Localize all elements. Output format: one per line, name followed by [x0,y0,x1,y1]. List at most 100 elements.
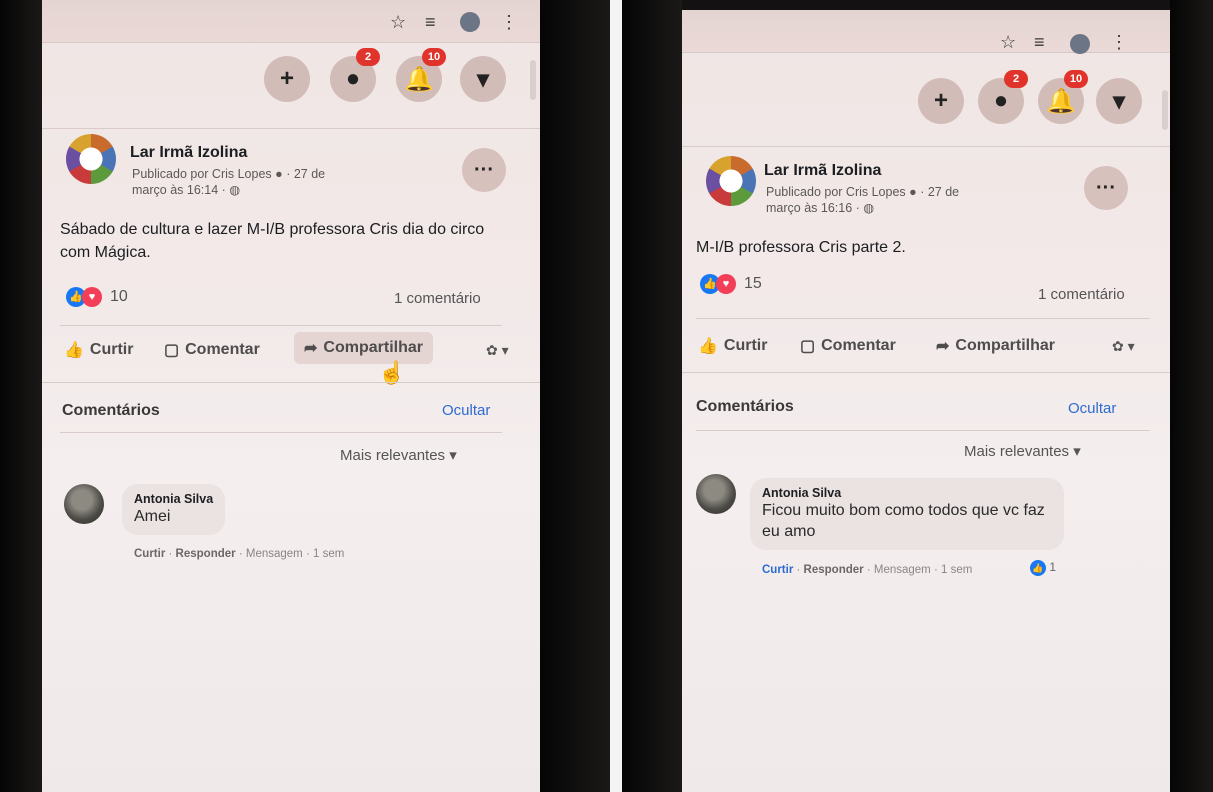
browser-toolbar: ☆ ≡ ⋮ [682,10,1170,54]
divider [42,128,540,129]
reaction-count: 10 [110,288,128,305]
reading-list-icon[interactable]: ≡ [1034,32,1045,53]
comments-title: Comentários [62,402,160,419]
comment-like-link[interactable]: Curtir [134,548,165,560]
caret-down-icon: ▾ [1127,338,1135,354]
page-switcher-button[interactable]: ✿ ▾ [486,342,509,359]
comment-actions: Curtir · Responder · Mensagem · 1 sem [134,548,345,560]
reading-list-icon[interactable]: ≡ [425,12,436,33]
reactions-summary[interactable]: 👍 ♥ 15 [700,274,762,296]
comment-reaction-count: 1 [1049,560,1057,575]
star-icon[interactable]: ☆ [390,12,406,33]
page-avatar[interactable] [66,134,116,184]
page-switcher-button[interactable]: ✿ ▾ [1112,338,1135,355]
comment-count[interactable]: 1 comentário [1038,286,1125,303]
image-separator [610,0,622,792]
post-meta: Publicado por Cris Lopes ● · 27 de março… [132,166,392,198]
comment-bubble: Antonia Silva Ficou muito bom como todos… [750,478,1064,550]
comment-message-link[interactable]: Mensagem [874,564,931,576]
bell-icon: 🔔 [1046,87,1076,115]
scrollbar[interactable] [1162,90,1168,130]
caret-down-icon: ▾ [476,65,490,93]
comment-time[interactable]: 1 sem [941,564,972,576]
comment-like-link[interactable]: Curtir [762,564,793,576]
comment-button[interactable]: ▢ Comentar [164,340,260,360]
share-button[interactable]: ➦ Compartilhar [294,332,433,364]
comment-actions: Curtir · Responder · Mensagem · 1 sem [762,564,973,576]
like-button[interactable]: 👍 Curtir [698,336,767,356]
commenter-avatar[interactable] [696,474,736,514]
messenger-button[interactable]: ● 2 [330,48,380,102]
browser-toolbar: ☆ ≡ ⋮ [42,0,540,43]
page-avatar-small-icon: ✿ [1112,338,1124,354]
star-icon[interactable]: ☆ [1000,32,1016,53]
sort-comments-dropdown[interactable]: Mais relevantes ▾ [340,446,457,464]
love-reaction-icon: ♥ [82,287,102,307]
more-vert-icon[interactable]: ⋮ [1110,32,1128,53]
share-icon: ➦ [304,340,318,357]
more-vert-icon[interactable]: ⋮ [500,12,518,33]
comment-text: Amei [134,508,171,525]
post-options-button[interactable]: ··· [1084,166,1128,210]
divider [60,325,502,326]
reactions-summary[interactable]: 👍 ♥ 10 [66,287,128,309]
globe-icon: ● [909,185,917,199]
comment-text: Ficou muito bom como todos que vc faz eu… [762,502,1045,540]
post-text: M-I/B professora Cris parte 2. [696,239,906,256]
comment-message-link[interactable]: Mensagem [246,548,303,560]
page-name[interactable]: Lar Irmã Izolina [130,144,247,162]
profile-avatar[interactable] [1070,34,1090,54]
comment-author[interactable]: Antonia Silva [762,486,1052,500]
divider [60,432,502,433]
notifications-button[interactable]: 🔔 10 [1038,70,1088,124]
comment-icon: ▢ [164,342,180,359]
messenger-icon: ● [993,87,1009,114]
notifications-button[interactable]: 🔔 10 [396,48,446,102]
love-reaction-icon: ♥ [716,274,736,294]
post-date-part: · 27 de [920,185,960,199]
monitor-bezel-left [0,0,42,792]
facebook-header: + ● 2 🔔 10 ▾ [682,62,1170,142]
hide-comments-link[interactable]: Ocultar [442,402,490,419]
create-button[interactable]: + [264,56,310,102]
photo-left: ☆ ≡ ⋮ + ● 2 🔔 10 ▾ Lar Irmã Izolina Publ… [0,0,610,792]
sort-comments-dropdown[interactable]: Mais relevantes ▾ [964,442,1081,460]
post-timestamp[interactable]: março às 16:16 · [766,201,860,215]
comment-count[interactable]: 1 comentário [394,290,481,307]
author-line[interactable]: Publicado por Cris Lopes [766,185,906,199]
messenger-button[interactable]: ● 2 [978,70,1028,124]
post-meta: Publicado por Cris Lopes ● · 27 de março… [766,184,1036,216]
page-avatar[interactable] [706,156,756,206]
share-button[interactable]: ➦ Compartilhar [936,336,1055,356]
comment-author[interactable]: Antonia Silva [134,492,213,506]
page-name[interactable]: Lar Irmã Izolina [764,162,881,180]
monitor-bezel-right [540,0,610,792]
account-menu-button[interactable]: ▾ [460,56,506,102]
page-avatar-small-icon: ✿ [486,342,498,358]
like-button[interactable]: 👍 Curtir [64,340,133,360]
comment-reactions[interactable]: 👍 1 [1030,560,1056,576]
privacy-icon: ◍ [863,201,875,215]
commenter-avatar[interactable] [64,484,104,524]
thumbs-up-icon: 👍 [698,338,718,355]
create-button[interactable]: + [918,78,964,124]
hide-comments-link[interactable]: Ocultar [1068,400,1116,417]
post-options-button[interactable]: ··· [462,148,506,192]
comment-reply-link[interactable]: Responder [176,548,236,560]
thumbs-up-icon: 👍 [64,342,84,359]
messenger-icon: ● [345,65,361,92]
profile-avatar[interactable] [460,12,480,32]
post-text: Sábado de cultura e lazer M-I/B professo… [60,221,485,261]
account-menu-button[interactable]: ▾ [1096,78,1142,124]
comment-time[interactable]: 1 sem [313,548,344,560]
comment-button[interactable]: ▢ Comentar [800,336,896,356]
post-timestamp[interactable]: março às 16:14 · [132,183,226,197]
monitor-bezel-right [1170,0,1213,792]
photo-right: ☆ ≡ ⋮ + ● 2 🔔 10 ▾ Lar Irmã Izolina Publ… [622,0,1213,792]
like-reaction-icon: 👍 [1030,560,1046,576]
reaction-count: 15 [744,275,762,292]
author-line[interactable]: Publicado por Cris Lopes [132,167,272,181]
comment-reply-link[interactable]: Responder [804,564,864,576]
facebook-header: + ● 2 🔔 10 ▾ [42,42,540,122]
scrollbar[interactable] [530,60,536,100]
